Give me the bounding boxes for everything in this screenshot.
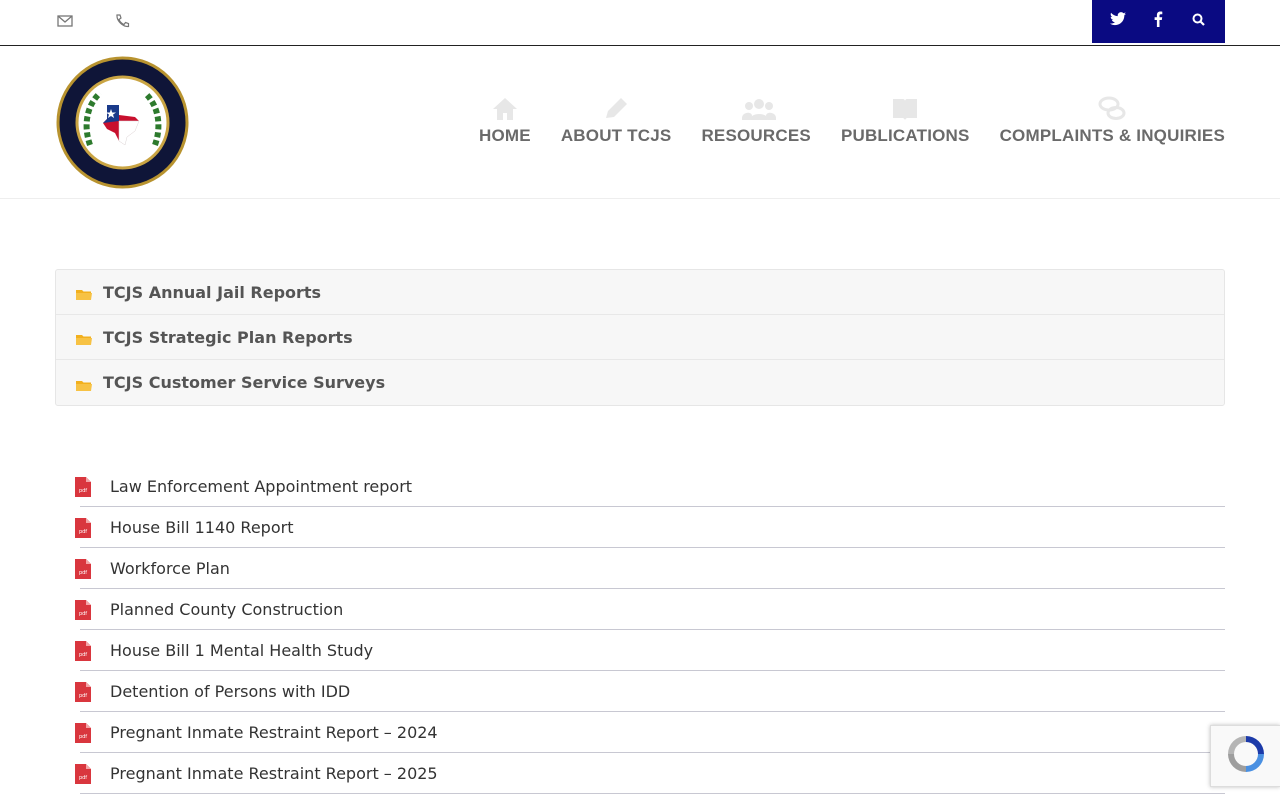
svg-text:pdf: pdf <box>79 693 87 699</box>
main-nav: HOME ABOUT TCJS RESOURCES PUBLICATIONS C… <box>479 96 1225 146</box>
pdf-icon: pdf <box>75 476 91 497</box>
pdf-icon: pdf <box>75 599 91 620</box>
book-icon <box>891 96 919 122</box>
document-link[interactable]: Workforce Plan <box>110 559 230 578</box>
chat-icon <box>1098 96 1126 122</box>
list-item[interactable]: pdf Workforce Plan <box>75 548 1225 589</box>
folder-label: TCJS Strategic Plan Reports <box>103 327 353 347</box>
document-link[interactable]: Planned County Construction <box>110 600 343 619</box>
svg-text:pdf: pdf <box>79 611 87 617</box>
pdf-icon: pdf <box>75 640 91 661</box>
svg-text:pdf: pdf <box>79 529 87 535</box>
nav-complaints[interactable]: COMPLAINTS & INQUIRIES <box>1000 96 1225 146</box>
pdf-icon: pdf <box>75 722 91 743</box>
folder-icon <box>76 331 92 345</box>
facebook-icon[interactable] <box>1142 11 1174 32</box>
folder-list: TCJS Annual Jail Reports TCJS Strategic … <box>55 269 1225 406</box>
folder-icon <box>76 377 92 391</box>
list-item[interactable]: pdf Law Enforcement Appointment report <box>75 466 1225 507</box>
nav-label: RESOURCES <box>701 126 811 145</box>
site-header: HOME ABOUT TCJS RESOURCES PUBLICATIONS C… <box>0 46 1280 199</box>
nav-resources[interactable]: RESOURCES <box>701 96 811 146</box>
social-links <box>1092 0 1225 43</box>
svg-text:pdf: pdf <box>79 570 87 576</box>
document-link[interactable]: Pregnant Inmate Restraint Report – 2025 <box>110 764 438 783</box>
list-item[interactable]: pdf House Bill 1 Mental Health Study <box>75 630 1225 671</box>
phone-icon[interactable] <box>114 13 132 31</box>
folder-label: TCJS Annual Jail Reports <box>103 282 322 302</box>
nav-label: PUBLICATIONS <box>840 126 970 145</box>
document-list: pdf Law Enforcement Appointment report p… <box>75 466 1225 794</box>
tcjs-seal-logo[interactable] <box>55 55 190 190</box>
folder-item[interactable]: TCJS Annual Jail Reports <box>56 270 1224 315</box>
folder-item[interactable]: TCJS Customer Service Surveys <box>56 360 1224 405</box>
nav-home[interactable]: HOME <box>479 96 531 146</box>
document-link[interactable]: Pregnant Inmate Restraint Report – 2024 <box>110 723 438 742</box>
pdf-icon: pdf <box>75 763 91 784</box>
folder-item[interactable]: TCJS Strategic Plan Reports <box>56 315 1224 360</box>
document-link[interactable]: House Bill 1 Mental Health Study <box>110 641 373 660</box>
list-item[interactable]: pdf Pregnant Inmate Restraint Report – 2… <box>75 753 1225 794</box>
recaptcha-badge[interactable] <box>1210 725 1280 787</box>
list-item[interactable]: pdf House Bill 1140 Report <box>75 507 1225 548</box>
twitter-icon[interactable] <box>1102 12 1134 31</box>
recaptcha-icon <box>1224 732 1268 780</box>
list-item[interactable]: pdf Pregnant Inmate Restraint Report – 2… <box>75 712 1225 753</box>
folder-label: TCJS Customer Service Surveys <box>103 373 386 392</box>
svg-text:pdf: pdf <box>79 775 87 781</box>
list-item[interactable]: pdf Planned County Construction <box>75 589 1225 630</box>
nav-about[interactable]: ABOUT TCJS <box>561 96 672 146</box>
home-icon <box>491 96 519 122</box>
document-link[interactable]: Law Enforcement Appointment report <box>110 477 412 496</box>
nav-label: COMPLAINTS & INQUIRIES <box>999 126 1225 145</box>
pdf-icon: pdf <box>75 517 91 538</box>
folder-icon <box>76 286 92 300</box>
users-icon <box>742 96 777 122</box>
document-link[interactable]: House Bill 1140 Report <box>110 518 293 537</box>
list-item[interactable]: pdf Detention of Persons with IDD <box>75 671 1225 712</box>
envelope-icon[interactable] <box>57 13 75 31</box>
nav-publications[interactable]: PUBLICATIONS <box>841 96 970 146</box>
search-icon[interactable] <box>1183 13 1215 31</box>
document-link[interactable]: Detention of Persons with IDD <box>110 682 350 701</box>
svg-text:pdf: pdf <box>79 734 87 740</box>
top-bar <box>0 0 1280 46</box>
svg-text:pdf: pdf <box>79 488 87 494</box>
nav-label: ABOUT TCJS <box>560 126 672 145</box>
nav-label: HOME <box>479 126 531 145</box>
pdf-icon: pdf <box>75 558 91 579</box>
pencil-icon <box>602 96 630 122</box>
svg-text:pdf: pdf <box>79 652 87 658</box>
pdf-icon: pdf <box>75 681 91 702</box>
